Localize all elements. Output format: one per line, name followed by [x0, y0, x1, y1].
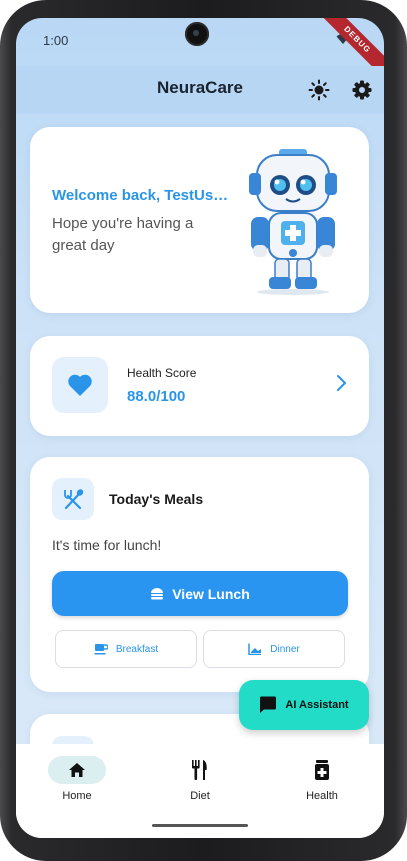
- bottom-navigation: Home Diet Health: [16, 744, 384, 838]
- robot-mascot-icon: [249, 149, 337, 295]
- health-score-card[interactable]: Health Score 88.0/100: [30, 336, 369, 436]
- heart-icon: [68, 374, 92, 396]
- gesture-bar[interactable]: [152, 824, 248, 827]
- screen: 1:00 DEBUG NeuraCare Welcome back, TestU…: [16, 18, 384, 838]
- settings-button[interactable]: [348, 76, 376, 104]
- status-time: 1:00: [43, 33, 69, 48]
- dashboard-content[interactable]: Welcome back, TestUs… Hope you're having…: [16, 114, 384, 744]
- meals-title: Today's Meals: [109, 491, 204, 507]
- nav-item-home[interactable]: Home: [27, 756, 127, 802]
- theme-toggle-button[interactable]: [305, 76, 333, 104]
- gear-icon: [352, 80, 372, 100]
- app-bar: NeuraCare: [16, 66, 384, 114]
- next-card-icon-box: [52, 736, 94, 744]
- ai-assistant-button[interactable]: AI Assistant: [239, 680, 369, 730]
- health-icon-box: [52, 357, 108, 413]
- nav-health-indicator: [293, 756, 351, 784]
- breakfast-button[interactable]: Breakfast: [55, 630, 197, 668]
- dinner-button[interactable]: Dinner: [203, 630, 345, 668]
- dinner-icon: [248, 643, 262, 655]
- health-score-label: Health Score: [127, 366, 197, 380]
- welcome-title: Welcome back, TestUs…: [52, 187, 229, 204]
- medicine-icon: [315, 760, 329, 780]
- view-lunch-label: View Lunch: [172, 585, 250, 602]
- chevron-right-icon: [337, 375, 347, 391]
- front-camera: [185, 22, 209, 46]
- chat-icon: [260, 696, 277, 713]
- fork-knife-icon: [192, 760, 207, 780]
- phone-frame: 1:00 DEBUG NeuraCare Welcome back, TestU…: [0, 0, 407, 861]
- nav-item-health[interactable]: Health: [272, 756, 372, 802]
- nav-diet-indicator: [171, 756, 229, 784]
- ai-assistant-label: AI Assistant: [285, 699, 349, 711]
- burger-icon: [151, 587, 164, 599]
- nav-home-indicator: [48, 756, 106, 784]
- health-score-value: 88.0/100: [127, 388, 186, 405]
- nav-diet-label: Diet: [190, 790, 210, 802]
- meals-card: Today's Meals It's time for lunch! View …: [30, 457, 369, 692]
- home-icon: [69, 763, 85, 777]
- coffee-icon: [94, 644, 108, 655]
- meals-subtitle: It's time for lunch!: [52, 537, 162, 553]
- nav-item-diet[interactable]: Diet: [150, 756, 250, 802]
- meals-icon-box: [52, 478, 94, 520]
- sun-icon: [308, 79, 330, 101]
- breakfast-label: Breakfast: [115, 643, 159, 655]
- view-lunch-button[interactable]: View Lunch: [52, 571, 348, 616]
- nav-home-label: Home: [62, 790, 92, 802]
- welcome-subtitle: Hope you're having a great day: [52, 215, 194, 254]
- welcome-card: Welcome back, TestUs… Hope you're having…: [30, 127, 369, 313]
- utensils-icon: [64, 489, 84, 510]
- nav-health-label: Health: [306, 790, 338, 802]
- dinner-label: Dinner: [270, 643, 300, 655]
